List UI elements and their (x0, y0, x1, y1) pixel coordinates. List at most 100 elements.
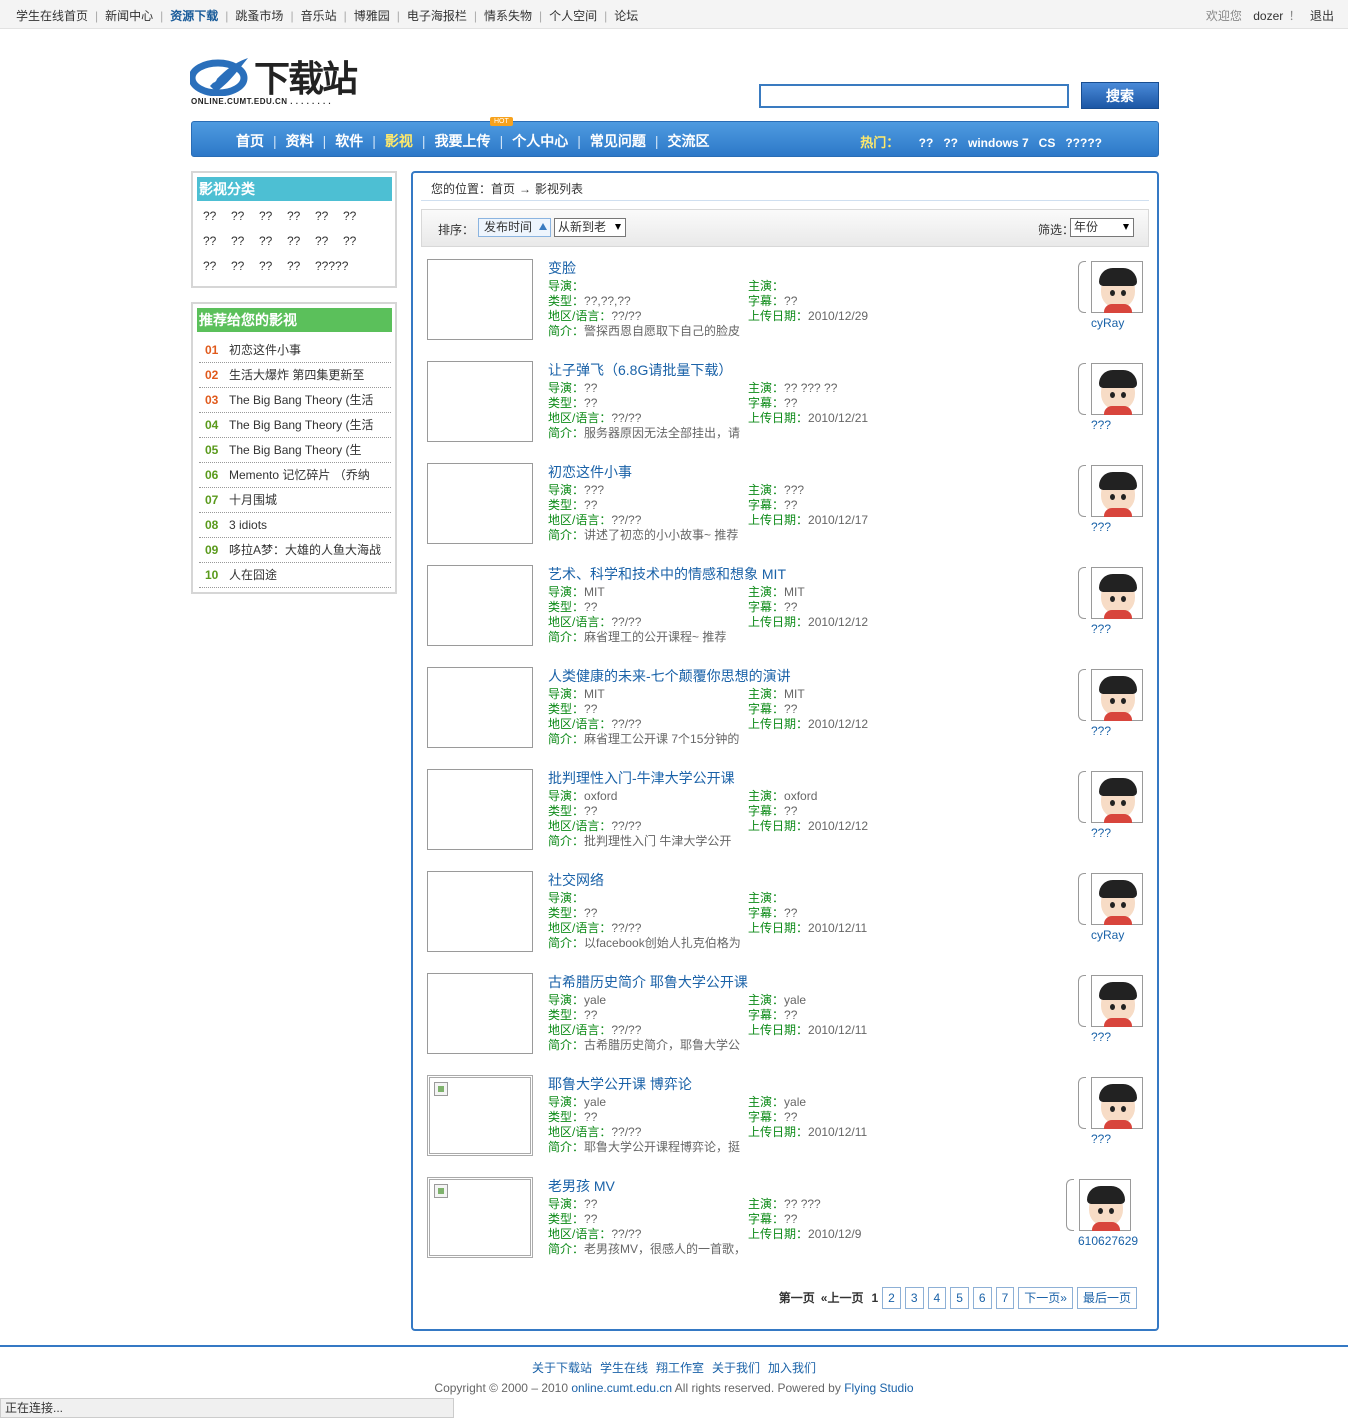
main-nav-item[interactable]: 资料 (286, 133, 314, 149)
uploader-avatar[interactable] (1091, 771, 1143, 823)
movie-thumbnail[interactable] (427, 667, 533, 748)
top-nav-item[interactable]: 跳蚤市场 (235, 9, 283, 23)
recommend-title[interactable]: 十月围城 (229, 493, 277, 507)
movie-title[interactable]: 变脸 (548, 258, 576, 278)
sort-field-button[interactable]: 发布时间 (478, 218, 551, 237)
hot-link[interactable]: windows 7 (968, 136, 1029, 150)
next-page-link[interactable]: 下一页» (1018, 1287, 1073, 1309)
page-link[interactable]: 3 (904, 1287, 924, 1309)
main-nav-item[interactable]: 个人中心 (512, 133, 568, 149)
recommend-title[interactable]: The Big Bang Theory (生活 (229, 418, 374, 432)
domain-link[interactable]: online.cumt.edu.cn (571, 1381, 672, 1395)
category-link[interactable]: ?? (231, 209, 259, 223)
uploader-name[interactable]: ??? (1091, 622, 1111, 636)
main-nav-item[interactable]: 我要上传 (435, 133, 491, 149)
footer-link[interactable]: 关于我们 (712, 1361, 760, 1375)
recommend-title[interactable]: Memento 记忆碎片 （乔纳 (229, 468, 370, 482)
category-link[interactable]: ?? (315, 209, 343, 223)
movie-thumbnail[interactable] (427, 1177, 533, 1258)
uploader-avatar[interactable] (1091, 261, 1143, 313)
uploader-name[interactable]: ??? (1091, 1030, 1111, 1044)
uploader-name[interactable]: cyRay (1091, 928, 1124, 942)
uploader-avatar[interactable] (1091, 975, 1143, 1027)
top-nav-item[interactable]: 新闻中心 (105, 9, 153, 23)
top-nav-item[interactable]: 音乐站 (301, 9, 337, 23)
uploader-avatar[interactable] (1091, 873, 1143, 925)
top-nav-item[interactable]: 电子海报栏 (407, 9, 467, 23)
movie-thumbnail[interactable] (427, 361, 533, 442)
recommend-title[interactable]: The Big Bang Theory (生活 (229, 393, 374, 407)
category-link[interactable]: ?? (203, 234, 231, 248)
recommend-item[interactable]: 10 人在囧途 (199, 563, 391, 588)
category-link[interactable]: ?? (203, 259, 231, 273)
category-link[interactable]: ?? (315, 234, 343, 248)
category-link[interactable]: ?? (259, 259, 287, 273)
uploader-avatar[interactable] (1091, 1077, 1143, 1129)
page-link[interactable]: 7 (995, 1287, 1015, 1309)
top-nav-item[interactable]: 资源下载 (170, 9, 218, 23)
hot-link[interactable]: ?? (943, 136, 958, 150)
category-link[interactable]: ?? (203, 209, 231, 223)
page-link[interactable]: 6 (972, 1287, 992, 1309)
search-button[interactable]: 搜索 (1081, 82, 1159, 109)
recommend-item[interactable]: 02 生活大爆炸 第四集更新至 (199, 363, 391, 388)
category-link[interactable]: ?? (287, 234, 315, 248)
recommend-item[interactable]: 07 十月围城 (199, 488, 391, 513)
category-link[interactable]: ?? (343, 209, 371, 223)
category-link[interactable]: ?? (287, 209, 315, 223)
recommend-title[interactable]: 初恋这件小事 (229, 343, 301, 357)
category-link[interactable]: ?? (343, 234, 371, 248)
uploader-name[interactable]: 610627629 (1078, 1234, 1138, 1248)
filter-year-select[interactable]: 年份 (1070, 218, 1134, 237)
recommend-item[interactable]: 06 Memento 记忆碎片 （乔纳 (199, 463, 391, 488)
uploader-avatar[interactable] (1091, 567, 1143, 619)
main-nav-item[interactable]: 首页 (236, 133, 264, 149)
movie-title[interactable]: 批判理性入门-牛津大学公开课 (548, 768, 735, 788)
recommend-item[interactable]: 08 3 idiots (199, 513, 391, 538)
movie-title[interactable]: 古希腊历史简介 耶鲁大学公开课 (548, 972, 748, 992)
category-link[interactable]: ?? (231, 234, 259, 248)
movie-title[interactable]: 老男孩 MV (548, 1176, 615, 1196)
recommend-item[interactable]: 05 The Big Bang Theory (生 (199, 438, 391, 463)
sort-order-select[interactable]: 从新到老 (554, 218, 626, 237)
uploader-name[interactable]: ??? (1091, 826, 1111, 840)
recommend-item[interactable]: 09 哆拉A梦：大雄的人鱼大海战 (199, 538, 391, 563)
footer-link[interactable]: 加入我们 (768, 1361, 816, 1375)
footer-link[interactable]: 学生在线 (600, 1361, 648, 1375)
main-nav-item[interactable]: 影视 (385, 133, 413, 149)
category-link[interactable]: ?? (259, 209, 287, 223)
uploader-name[interactable]: cyRay (1091, 316, 1124, 330)
main-nav-item[interactable]: 软件 (335, 133, 363, 149)
recommend-title[interactable]: 生活大爆炸 第四集更新至 (229, 368, 364, 382)
first-page-link[interactable]: 第一页 (779, 1287, 815, 1309)
movie-thumbnail[interactable] (427, 871, 533, 952)
top-nav-item[interactable]: 学生在线首页 (16, 9, 88, 23)
top-nav-item[interactable]: 博雅园 (354, 9, 390, 23)
uploader-avatar[interactable] (1091, 465, 1143, 517)
recommend-title[interactable]: 哆拉A梦：大雄的人鱼大海战 (229, 543, 381, 557)
page-link[interactable]: 2 (882, 1287, 901, 1309)
movie-title[interactable]: 人类健康的未来-七个颠覆你思想的演讲 (548, 666, 791, 686)
category-link[interactable]: ????? (315, 259, 348, 273)
uploader-name[interactable]: ??? (1091, 418, 1111, 432)
movie-thumbnail[interactable] (427, 769, 533, 850)
recommend-title[interactable]: The Big Bang Theory (生 (229, 443, 362, 457)
logout-link[interactable]: 退出 (1310, 9, 1334, 23)
uploader-name[interactable]: ??? (1091, 724, 1111, 738)
recommend-title[interactable]: 3 idiots (229, 518, 267, 532)
movie-title[interactable]: 初恋这件小事 (548, 462, 632, 482)
uploader-name[interactable]: ??? (1091, 1132, 1111, 1146)
page-link[interactable]: 5 (950, 1287, 969, 1309)
uploader-name[interactable]: ??? (1091, 520, 1111, 534)
movie-title[interactable]: 社交网络 (548, 870, 604, 890)
hot-link[interactable]: CS (1039, 136, 1056, 150)
footer-link[interactable]: 关于下载站 (532, 1361, 592, 1375)
movie-thumbnail[interactable] (427, 973, 533, 1054)
recommend-item[interactable]: 03 The Big Bang Theory (生活 (199, 388, 391, 413)
search-input[interactable] (759, 84, 1069, 108)
movie-thumbnail[interactable] (427, 1075, 533, 1156)
category-link[interactable]: ?? (287, 259, 315, 273)
recommend-item[interactable]: 04 The Big Bang Theory (生活 (199, 413, 391, 438)
movie-title[interactable]: 艺术、科学和技术中的情感和想象 MIT (548, 564, 786, 584)
username-link[interactable]: dozer (1253, 9, 1283, 23)
